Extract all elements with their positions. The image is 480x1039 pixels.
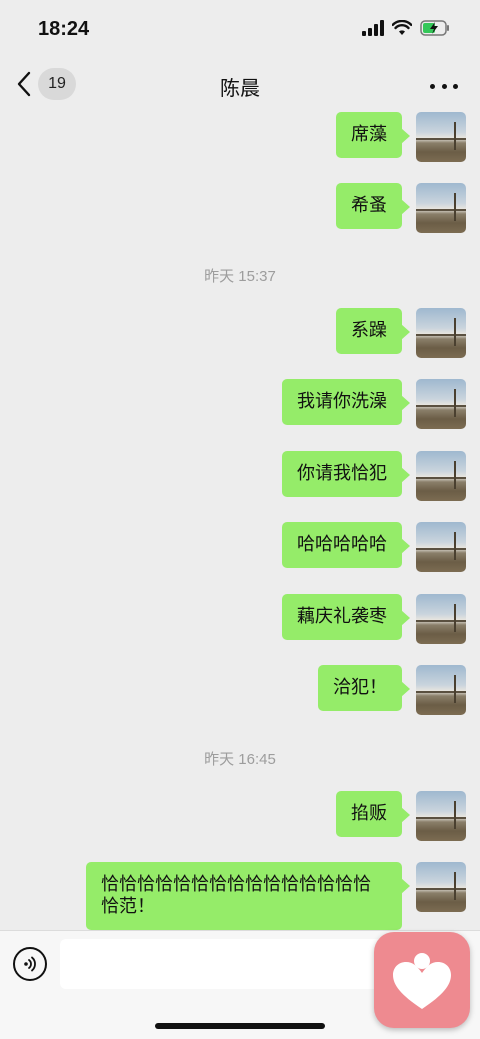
avatar[interactable] — [416, 522, 466, 572]
floating-app-button[interactable] — [374, 932, 470, 1028]
message-bubble[interactable]: 恰恰恰恰恰恰恰恰恰恰恰恰恰恰恰恰范！ — [86, 862, 410, 930]
message-row: 哈哈哈哈哈 — [282, 522, 466, 572]
message-row: 系躁 — [336, 308, 466, 358]
message-bubble[interactable]: 席藻 — [336, 112, 410, 158]
time-divider: 昨天 15:37 — [204, 268, 276, 285]
status-icons — [362, 20, 450, 36]
avatar[interactable] — [416, 451, 466, 501]
heart-person-icon — [393, 953, 451, 1009]
dot — [430, 83, 435, 89]
avatar[interactable] — [416, 112, 466, 162]
chat-title: 陈晨 — [220, 76, 260, 100]
message-bubble[interactable]: 系躁 — [336, 308, 410, 354]
status-bar: 18:24 — [0, 0, 480, 58]
avatar[interactable] — [416, 308, 466, 358]
message-bubble[interactable]: 藕庆礼袭枣 — [282, 594, 410, 640]
avatar[interactable] — [416, 594, 466, 644]
message-row: 洽犯！ — [318, 665, 466, 715]
avatar[interactable] — [416, 862, 466, 912]
message-row: 掐贩 — [336, 791, 466, 841]
message-row: 恰恰恰恰恰恰恰恰恰恰恰恰恰恰恰恰范！ — [86, 862, 466, 930]
chat-message-list[interactable]: 席藻 希蚤 昨天 15:37 系躁 我请你洗澡 你请我恰犯 哈哈哈哈哈 藕庆礼袭… — [0, 112, 480, 930]
avatar[interactable] — [416, 379, 466, 429]
message-bubble[interactable]: 洽犯！ — [318, 665, 410, 711]
more-dots-icon[interactable] — [430, 76, 458, 96]
message-bubble[interactable]: 哈哈哈哈哈 — [282, 522, 410, 568]
message-bubble[interactable]: 掐贩 — [336, 791, 410, 837]
status-time: 18:24 — [38, 18, 90, 40]
message-row: 希蚤 — [336, 183, 466, 233]
message-bubble[interactable]: 你请我恰犯 — [282, 451, 410, 497]
dot — [441, 83, 447, 89]
avatar[interactable] — [416, 183, 466, 233]
time-divider: 昨天 16:45 — [204, 751, 276, 768]
battery-charging-icon — [420, 20, 449, 36]
home-indicator[interactable] — [155, 1023, 325, 1029]
message-row: 藕庆礼袭枣 — [282, 594, 466, 644]
signal-icon — [362, 20, 384, 36]
message-bubble[interactable]: 希蚤 — [336, 183, 410, 229]
avatar[interactable] — [416, 665, 466, 715]
message-row: 你请我恰犯 — [282, 451, 466, 501]
voice-button[interactable] — [13, 947, 47, 981]
voice-icon[interactable] — [21, 955, 39, 973]
wifi-icon — [392, 20, 412, 35]
nav-bar: 19 陈晨 — [0, 58, 480, 112]
avatar[interactable] — [416, 791, 466, 841]
message-bubble[interactable]: 我请你洗澡 — [282, 379, 410, 425]
message-row: 席藻 — [336, 112, 466, 162]
message-row: 我请你洗澡 — [282, 379, 466, 429]
message-input[interactable] — [60, 939, 390, 989]
dot — [453, 83, 458, 89]
